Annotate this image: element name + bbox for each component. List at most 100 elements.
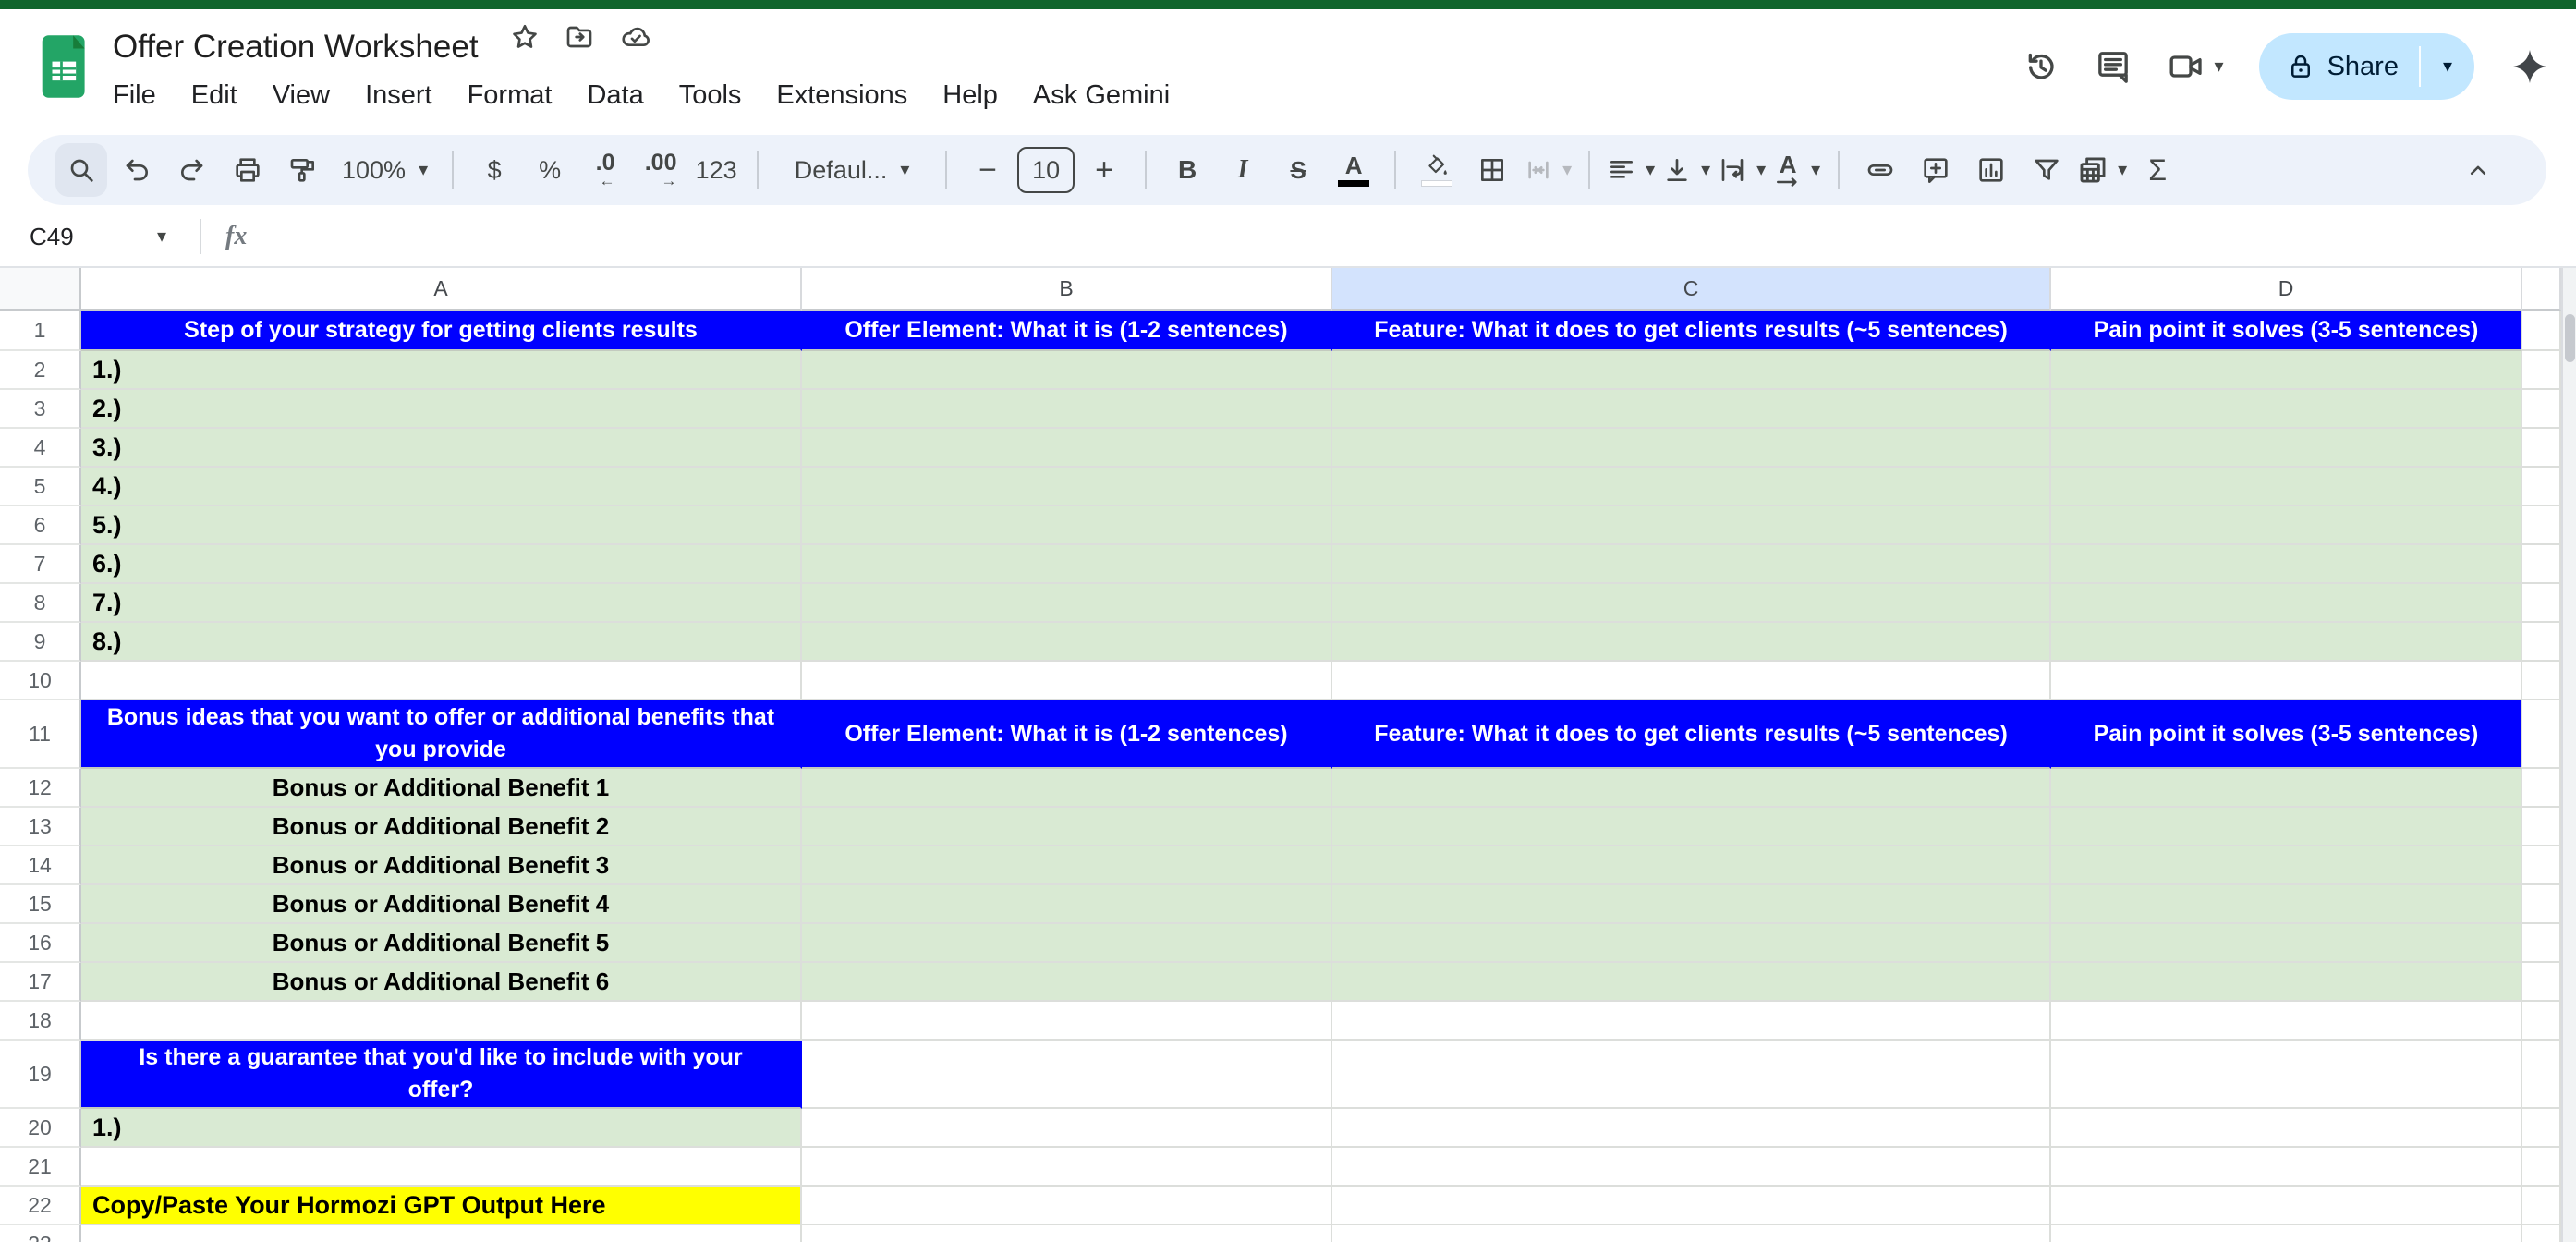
functions-button[interactable]: Σ — [2132, 143, 2183, 197]
cell-A15[interactable]: Bonus or Additional Benefit 4 — [81, 885, 802, 924]
search-icon[interactable] — [55, 143, 107, 197]
cell-A11[interactable]: Bonus ideas that you want to offer or ad… — [81, 700, 802, 769]
redo-icon[interactable] — [166, 143, 218, 197]
cell-B6[interactable] — [802, 506, 1332, 545]
row-header-16[interactable]: 16 — [0, 924, 81, 963]
row-header-12[interactable]: 12 — [0, 769, 81, 808]
borders-icon[interactable] — [1466, 143, 1518, 197]
cell-E2[interactable] — [2522, 351, 2561, 390]
select-all-corner[interactable] — [0, 268, 81, 310]
menu-item-tools[interactable]: Tools — [679, 80, 742, 111]
cell-A10[interactable] — [81, 662, 802, 700]
share-button[interactable]: Share ▾ — [2259, 33, 2474, 100]
cell-E22[interactable] — [2522, 1187, 2561, 1225]
column-header-C[interactable]: C — [1332, 268, 2051, 310]
row-header-20[interactable]: 20 — [0, 1109, 81, 1148]
name-box-caret-icon[interactable]: ▾ — [157, 227, 166, 246]
horizontal-align-button[interactable]: ▾ — [1605, 143, 1657, 197]
format-percent-button[interactable]: % — [524, 143, 576, 197]
sheets-logo[interactable] — [40, 33, 90, 100]
cell-D18[interactable] — [2051, 1002, 2522, 1041]
cell-A23[interactable] — [81, 1225, 802, 1242]
merge-cells-button[interactable]: ▾ — [1522, 143, 1574, 197]
cell-C14[interactable] — [1332, 846, 2051, 885]
vertical-scrollbar-thumb[interactable] — [2565, 314, 2575, 362]
cell-E8[interactable] — [2522, 584, 2561, 623]
cell-D12[interactable] — [2051, 769, 2522, 808]
row-header-1[interactable]: 1 — [0, 310, 81, 351]
insert-link-icon[interactable] — [1854, 143, 1906, 197]
text-wrap-button[interactable]: ▾ — [1716, 143, 1768, 197]
column-header-D[interactable]: D — [2051, 268, 2522, 310]
row-header-10[interactable]: 10 — [0, 662, 81, 700]
row-header-18[interactable]: 18 — [0, 1002, 81, 1041]
cell-B11[interactable]: Offer Element: What it is (1-2 sentences… — [802, 700, 1332, 769]
cell-C18[interactable] — [1332, 1002, 2051, 1041]
font-family-selector[interactable]: Defaul... ▾ — [773, 143, 930, 197]
cell-A3[interactable]: 2.) — [81, 390, 802, 429]
increase-decimal-button[interactable]: .00→ — [635, 143, 687, 197]
cell-D3[interactable] — [2051, 390, 2522, 429]
cell-C10[interactable] — [1332, 662, 2051, 700]
menu-item-help[interactable]: Help — [942, 80, 998, 111]
text-color-button[interactable]: A — [1328, 143, 1379, 197]
cell-A1[interactable]: Step of your strategy for getting client… — [81, 310, 802, 351]
cell-D21[interactable] — [2051, 1148, 2522, 1187]
cell-D15[interactable] — [2051, 885, 2522, 924]
column-header-A[interactable]: A — [81, 268, 802, 310]
cell-D2[interactable] — [2051, 351, 2522, 390]
cell-E5[interactable] — [2522, 468, 2561, 506]
cell-C8[interactable] — [1332, 584, 2051, 623]
hide-toolbar-icon[interactable] — [2452, 143, 2504, 197]
cell-B16[interactable] — [802, 924, 1332, 963]
vertical-scrollbar[interactable] — [2561, 268, 2576, 1242]
cell-E1[interactable] — [2522, 310, 2561, 351]
cell-B19[interactable] — [802, 1041, 1332, 1109]
undo-icon[interactable] — [111, 143, 163, 197]
cell-A17[interactable]: Bonus or Additional Benefit 6 — [81, 963, 802, 1002]
cell-E7[interactable] — [2522, 545, 2561, 584]
row-header-6[interactable]: 6 — [0, 506, 81, 545]
cell-D11[interactable]: Pain point it solves (3-5 sentences) — [2051, 700, 2522, 769]
row-header-11[interactable]: 11 — [0, 700, 81, 769]
print-icon[interactable] — [222, 143, 273, 197]
cell-C9[interactable] — [1332, 623, 2051, 662]
cell-D10[interactable] — [2051, 662, 2522, 700]
comments-icon[interactable] — [2095, 48, 2132, 85]
bold-button[interactable]: B — [1161, 143, 1213, 197]
cell-D23[interactable] — [2051, 1225, 2522, 1242]
format-currency-button[interactable]: $ — [468, 143, 520, 197]
meet-caret-icon[interactable]: ▾ — [2215, 57, 2224, 76]
menu-item-edit[interactable]: Edit — [191, 80, 237, 111]
cell-D17[interactable] — [2051, 963, 2522, 1002]
cell-A8[interactable]: 7.) — [81, 584, 802, 623]
cell-B23[interactable] — [802, 1225, 1332, 1242]
row-header-22[interactable]: 22 — [0, 1187, 81, 1225]
cell-B15[interactable] — [802, 885, 1332, 924]
decrease-font-size-button[interactable]: − — [962, 143, 1014, 197]
share-caret-icon[interactable]: ▾ — [2430, 57, 2465, 76]
cell-E13[interactable] — [2522, 808, 2561, 846]
version-history-icon[interactable] — [2023, 48, 2060, 85]
cell-C15[interactable] — [1332, 885, 2051, 924]
cell-D6[interactable] — [2051, 506, 2522, 545]
cell-A13[interactable]: Bonus or Additional Benefit 2 — [81, 808, 802, 846]
cell-B5[interactable] — [802, 468, 1332, 506]
cell-A5[interactable]: 4.) — [81, 468, 802, 506]
cell-D19[interactable] — [2051, 1041, 2522, 1109]
menu-item-ask-gemini[interactable]: Ask Gemini — [1033, 80, 1170, 111]
cell-A4[interactable]: 3.) — [81, 429, 802, 468]
cell-E19[interactable] — [2522, 1041, 2561, 1109]
cell-C2[interactable] — [1332, 351, 2051, 390]
cell-A7[interactable]: 6.) — [81, 545, 802, 584]
cell-E14[interactable] — [2522, 846, 2561, 885]
font-size-input[interactable]: 10 — [1017, 143, 1075, 197]
cell-A6[interactable]: 5.) — [81, 506, 802, 545]
cell-C13[interactable] — [1332, 808, 2051, 846]
row-header-3[interactable]: 3 — [0, 390, 81, 429]
cell-C23[interactable] — [1332, 1225, 2051, 1242]
column-header-B[interactable]: B — [802, 268, 1332, 310]
cell-B7[interactable] — [802, 545, 1332, 584]
cell-C12[interactable] — [1332, 769, 2051, 808]
menu-item-file[interactable]: File — [113, 80, 156, 111]
